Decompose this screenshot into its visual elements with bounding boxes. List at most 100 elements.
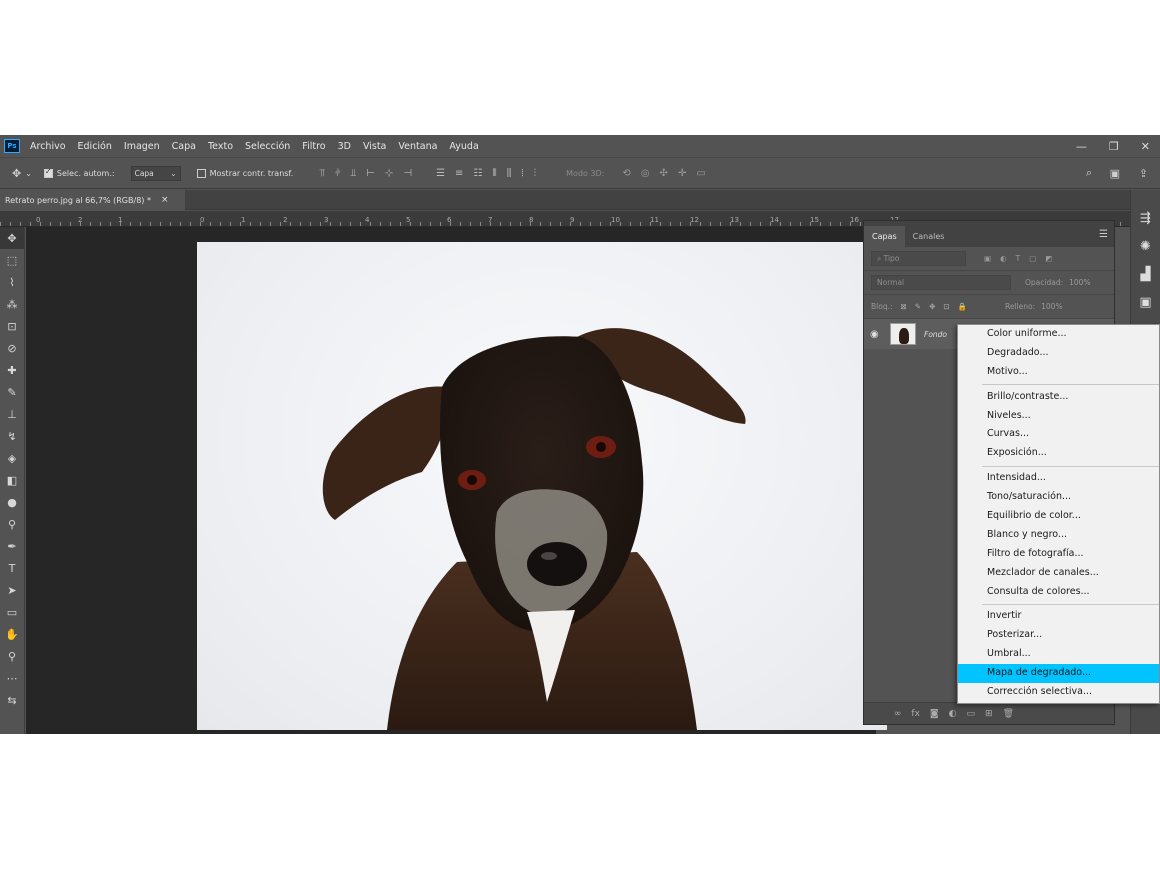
document-tab[interactable]: Retrato perro.jpg al 66,7% (RGB/8) * × bbox=[0, 190, 185, 210]
marquee-tool-button[interactable]: ⬚ bbox=[0, 249, 24, 271]
more-tools-button[interactable]: ⋯ bbox=[0, 667, 24, 689]
canvas-area[interactable] bbox=[26, 227, 887, 734]
eye-icon[interactable]: ◉ bbox=[870, 329, 884, 340]
hand-tool-button[interactable]: ✋ bbox=[0, 623, 24, 645]
layer-style-icon[interactable]: fx bbox=[911, 709, 920, 719]
auto-select-toggle[interactable]: Selec. autom.: bbox=[43, 167, 115, 178]
move-tool-button[interactable]: ✥ bbox=[0, 227, 24, 249]
adjustment-layer-icon[interactable]: ◐ bbox=[949, 709, 957, 719]
search-icon[interactable]: ⌕ bbox=[1086, 166, 1092, 180]
fill-value[interactable]: 100% bbox=[1041, 302, 1062, 311]
clone-stamp-tool-button[interactable]: ⊥ bbox=[0, 403, 24, 425]
menu-edicion[interactable]: Edición bbox=[78, 141, 112, 152]
layer-filter-select[interactable]: ⌕ Tipo bbox=[871, 251, 966, 266]
brush-tool-button[interactable]: ✎ bbox=[0, 381, 24, 403]
menu-item-blanco-negro[interactable]: Blanco y negro... bbox=[958, 526, 1159, 545]
menu-item-color-uniforme[interactable]: Color uniforme... bbox=[958, 325, 1159, 344]
align-left-icon[interactable]: ⊢ bbox=[366, 168, 375, 179]
lock-icons[interactable]: ⊠✎✥⊡🔒 bbox=[901, 302, 975, 311]
minimize-button[interactable]: — bbox=[1076, 140, 1087, 153]
menu-item-curvas[interactable]: Curvas... bbox=[958, 425, 1159, 444]
paint-bucket-tool-button[interactable]: ◧ bbox=[0, 469, 24, 491]
dodge-tool-button[interactable]: ⚲ bbox=[0, 513, 24, 535]
menu-texto[interactable]: Texto bbox=[208, 141, 233, 152]
link-layers-icon[interactable]: ∞ bbox=[894, 709, 902, 719]
swap-colors-icon[interactable]: ⇆ bbox=[0, 689, 24, 711]
menu-item-posterizar[interactable]: Posterizar... bbox=[958, 626, 1159, 645]
restore-button[interactable]: ❐ bbox=[1109, 140, 1119, 153]
adjustments-panel-icon[interactable]: ▣ bbox=[1131, 288, 1160, 316]
share-icon[interactable]: ⇪ bbox=[1139, 167, 1148, 180]
menu-ayuda[interactable]: Ayuda bbox=[449, 141, 478, 152]
dog-photo[interactable] bbox=[197, 242, 887, 730]
distribute-hcenter-icon[interactable]: ⫼ bbox=[507, 168, 512, 179]
zoom-tool-button[interactable]: ⚲ bbox=[0, 645, 24, 667]
menu-item-tono-saturacion[interactable]: Tono/saturación... bbox=[958, 488, 1159, 507]
menu-item-intensidad[interactable]: Intensidad... bbox=[958, 469, 1159, 488]
history-brush-tool-button[interactable]: ↯ bbox=[0, 425, 24, 447]
distribute-left-icon[interactable]: ⦀ bbox=[492, 168, 496, 179]
menu-item-exposicion[interactable]: Exposición... bbox=[958, 444, 1159, 463]
new-layer-icon[interactable]: ⊞ bbox=[985, 709, 993, 719]
auto-select-dropdown[interactable]: Capa ⌄ bbox=[130, 165, 181, 181]
tab-canales[interactable]: Canales bbox=[905, 226, 953, 247]
healing-brush-tool-button[interactable]: ✚ bbox=[0, 359, 24, 381]
menu-imagen[interactable]: Imagen bbox=[124, 141, 160, 152]
histogram-panel-icon[interactable]: ▟ bbox=[1131, 260, 1160, 288]
menu-filtro[interactable]: Filtro bbox=[302, 141, 325, 152]
close-tab-icon[interactable]: × bbox=[161, 195, 169, 205]
menu-ventana[interactable]: Ventana bbox=[398, 141, 437, 152]
workspace-icon[interactable]: ▣ bbox=[1110, 167, 1120, 180]
menu-item-mezclador-canales[interactable]: Mezclador de canales... bbox=[958, 564, 1159, 583]
properties-panel-icon[interactable]: ✺ bbox=[1131, 232, 1160, 260]
align-right-icon[interactable]: ⊣ bbox=[403, 168, 412, 179]
blur-tool-button[interactable]: ● bbox=[0, 491, 24, 513]
add-mask-icon[interactable]: ◙ bbox=[930, 709, 939, 719]
pen-tool-button[interactable]: ✒ bbox=[0, 535, 24, 557]
type-tool-button[interactable]: T bbox=[0, 557, 24, 579]
blend-mode-select[interactable]: Normal bbox=[871, 275, 1011, 290]
history-panel-icon[interactable]: ⇶ bbox=[1131, 204, 1160, 232]
opacity-value[interactable]: 100% bbox=[1069, 278, 1090, 287]
layer-filter-icons[interactable]: ▣◐T▢◩ bbox=[984, 254, 1061, 263]
menu-capa[interactable]: Capa bbox=[172, 141, 196, 152]
menu-seleccion[interactable]: Selección bbox=[245, 141, 290, 152]
menu-archivo[interactable]: Archivo bbox=[30, 141, 66, 152]
pan-3d-icon[interactable]: ✣ bbox=[660, 168, 668, 179]
menu-item-degradado[interactable]: Degradado... bbox=[958, 344, 1159, 363]
distribute-top-icon[interactable]: ☰ bbox=[436, 168, 445, 179]
move-tool-icon[interactable]: ✥ bbox=[12, 167, 21, 180]
slide-3d-icon[interactable]: ✛ bbox=[678, 168, 686, 179]
align-bottom-icon[interactable]: ⫫ bbox=[351, 168, 357, 179]
distribute-right-icon[interactable]: ⦙ bbox=[521, 168, 523, 179]
roll-3d-icon[interactable]: ◎ bbox=[641, 168, 650, 179]
menu-item-invertir[interactable]: Invertir bbox=[958, 607, 1159, 626]
show-transform-checkbox[interactable] bbox=[196, 168, 206, 178]
menu-vista[interactable]: Vista bbox=[363, 141, 386, 152]
align-hcenter-icon[interactable]: ⊹ bbox=[385, 168, 393, 179]
align-top-icon[interactable]: ⫪ bbox=[319, 168, 325, 179]
eyedropper-tool-button[interactable]: ⊘ bbox=[0, 337, 24, 359]
tool-preset-chevron-icon[interactable]: ⌄ bbox=[25, 169, 32, 178]
align-vcenter-icon[interactable]: ⫩ bbox=[335, 168, 341, 179]
auto-align-icon[interactable]: ⫶ bbox=[534, 168, 537, 179]
show-transform-toggle[interactable]: Mostrar contr. transf. bbox=[196, 168, 293, 178]
distribute-bottom-icon[interactable]: ☷ bbox=[473, 168, 482, 179]
panel-menu-icon[interactable]: ☰ bbox=[1099, 229, 1108, 240]
close-window-button[interactable]: ✕ bbox=[1141, 140, 1150, 153]
tab-capas[interactable]: Capas bbox=[864, 226, 905, 247]
eraser-tool-button[interactable]: ◈ bbox=[0, 447, 24, 469]
scale-3d-icon[interactable]: ▭ bbox=[696, 168, 705, 179]
orbit-3d-icon[interactable]: ⟲ bbox=[622, 168, 630, 179]
menu-item-brillo-contraste[interactable]: Brillo/contraste... bbox=[958, 388, 1159, 407]
auto-select-checkbox[interactable] bbox=[43, 167, 53, 178]
menu-item-consulta-colores[interactable]: Consulta de colores... bbox=[958, 583, 1159, 602]
new-group-icon[interactable]: ▭ bbox=[967, 709, 976, 719]
lasso-tool-button[interactable]: ⌇ bbox=[0, 271, 24, 293]
path-selection-tool-button[interactable]: ➤ bbox=[0, 579, 24, 601]
menu-3d[interactable]: 3D bbox=[338, 141, 351, 152]
menu-item-mapa-degradado[interactable]: Mapa de degradado... bbox=[958, 664, 1159, 684]
crop-tool-button[interactable]: ⊡ bbox=[0, 315, 24, 337]
menu-item-correccion-selectiva[interactable]: Corrección selectiva... bbox=[958, 683, 1159, 702]
menu-item-umbral[interactable]: Umbral... bbox=[958, 645, 1159, 664]
